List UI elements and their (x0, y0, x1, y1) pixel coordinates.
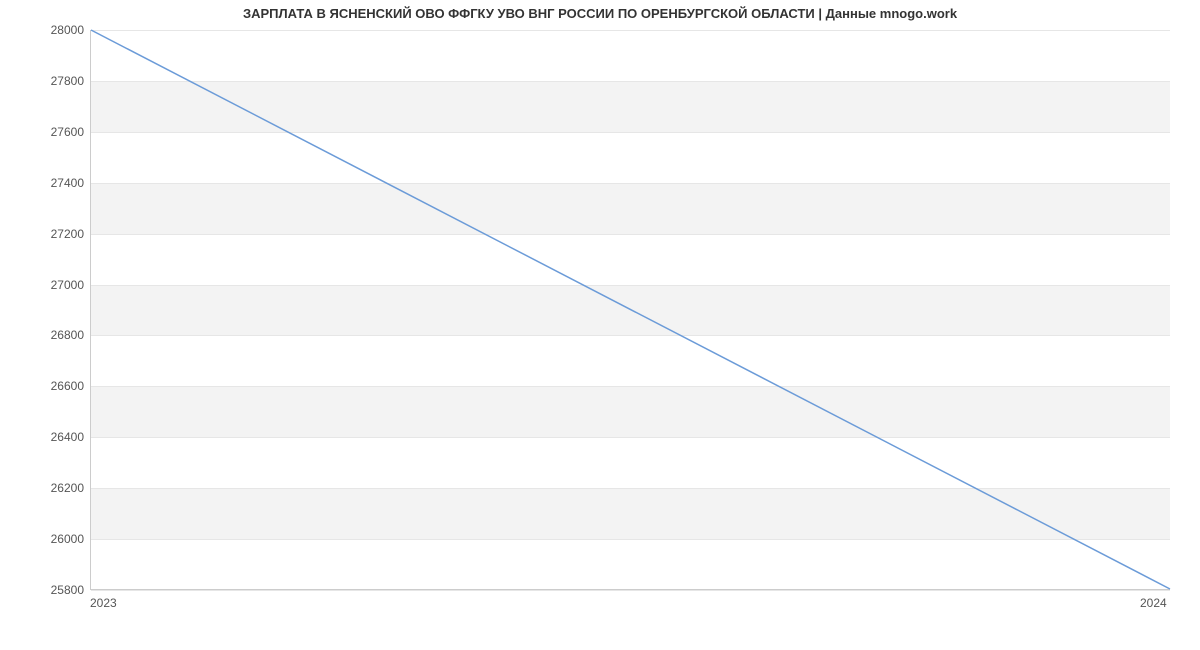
y-tick-label: 27800 (4, 74, 84, 88)
chart-title: ЗАРПЛАТА В ЯСНЕНСКИЙ ОВО ФФГКУ УВО ВНГ Р… (0, 6, 1200, 21)
y-tick-label: 27600 (4, 125, 84, 139)
y-tick-label: 26400 (4, 430, 84, 444)
y-tick-label: 26800 (4, 328, 84, 342)
y-tick-label: 27000 (4, 278, 84, 292)
y-tick-label: 25800 (4, 583, 84, 597)
y-tick-label: 26600 (4, 379, 84, 393)
y-tick-label: 28000 (4, 23, 84, 37)
chart-container: ЗАРПЛАТА В ЯСНЕНСКИЙ ОВО ФФГКУ УВО ВНГ Р… (0, 0, 1200, 650)
y-tick-label: 27400 (4, 176, 84, 190)
y-tick-label: 26000 (4, 532, 84, 546)
series-line (91, 30, 1170, 589)
plot-area (90, 30, 1170, 590)
y-tick-label: 27200 (4, 227, 84, 241)
line-layer (91, 30, 1170, 589)
x-tick-label: 2024 (1140, 596, 1167, 610)
y-tick-label: 26200 (4, 481, 84, 495)
grid-line (91, 590, 1170, 591)
x-tick-label: 2023 (90, 596, 117, 610)
